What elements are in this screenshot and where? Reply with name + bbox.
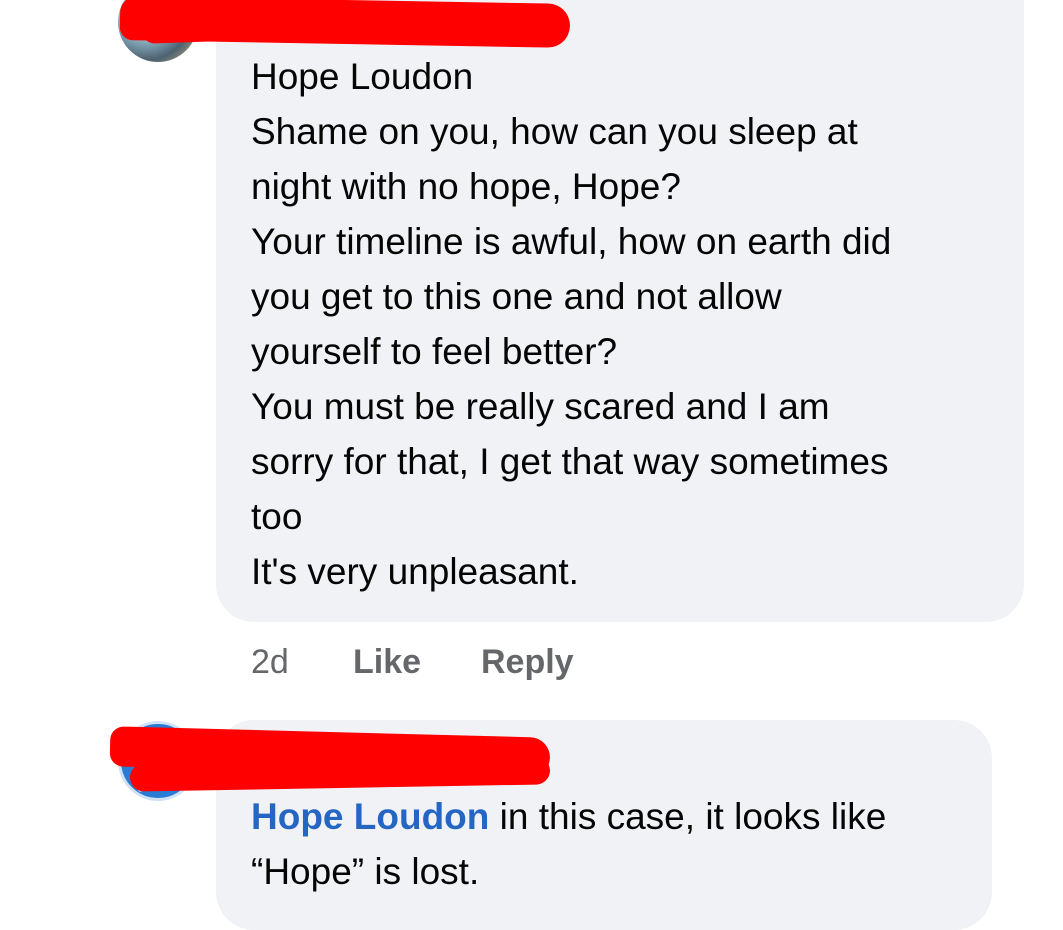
- comment-timestamp[interactable]: 2d: [251, 640, 289, 684]
- comment-text: Shame on you, how can you sleep at night…: [251, 111, 892, 592]
- like-button[interactable]: Like: [353, 640, 421, 684]
- comment-author-label: Hope Loudon: [251, 56, 474, 97]
- comment-body: Hope Loudon Shame on you, how can you sl…: [251, 49, 1011, 599]
- reply-body: Hope Loudon in this case, it looks like …: [251, 789, 981, 899]
- mention-link[interactable]: Hope Loudon: [251, 796, 489, 837]
- reply-button[interactable]: Reply: [481, 640, 574, 684]
